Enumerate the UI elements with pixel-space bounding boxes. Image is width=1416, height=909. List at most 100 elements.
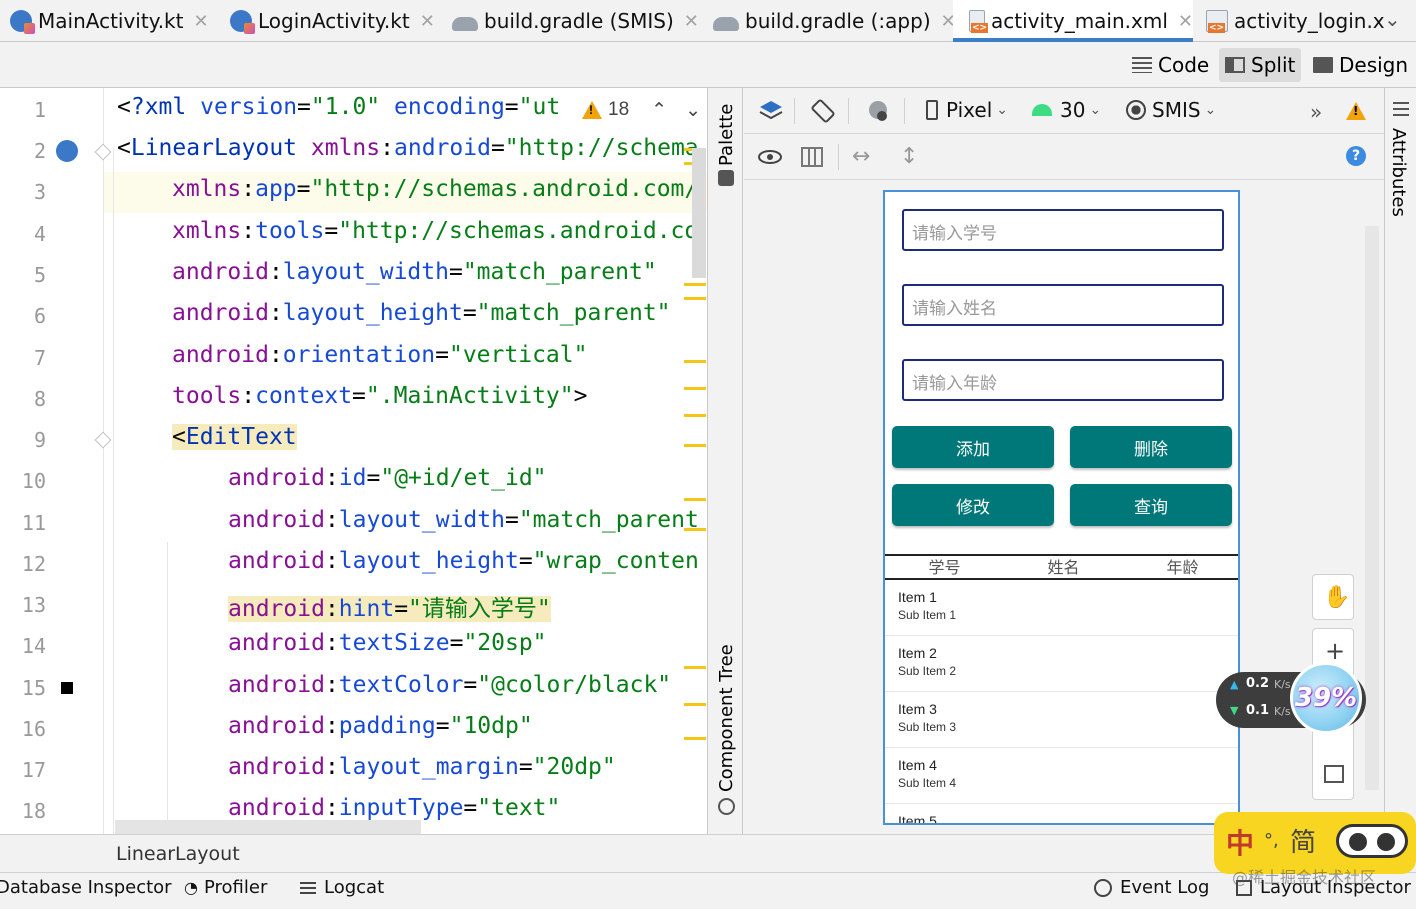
name-input[interactable]: 请输入姓名 (902, 284, 1224, 326)
breadcrumb-item[interactable]: LinearLayout (116, 843, 240, 865)
toolbar-separator (838, 144, 839, 170)
add-button[interactable]: 添加 (892, 426, 1054, 468)
code-editor[interactable]: 1 2 3 4 5 6 7 8 9 10 11 12 13 14 15 16 1… (0, 88, 707, 834)
logcat-button[interactable]: Logcat (300, 877, 384, 898)
student-id-input[interactable]: 请输入学号 (902, 209, 1224, 251)
component-tree-icon (718, 798, 735, 815)
zoom-in-icon[interactable]: + (1325, 637, 1345, 665)
database-inspector-button[interactable]: Database Inspector (0, 877, 172, 898)
ime-punctuation[interactable]: °, (1264, 830, 1279, 851)
design-mode-button[interactable]: Design (1307, 48, 1414, 82)
list-item-title: Item 3 (898, 701, 937, 717)
close-icon[interactable]: ✕ (420, 11, 435, 32)
vertical-resize-icon[interactable]: ↕ (900, 144, 918, 169)
theme-dropdown[interactable]: SMIS ⌄ (1126, 98, 1216, 122)
split-mode-button[interactable]: Split (1219, 48, 1302, 82)
horizontal-resize-icon[interactable]: ↔ (852, 144, 870, 169)
update-button[interactable]: 修改 (892, 484, 1054, 526)
code-line-3: xmlns:app="http://schemas.android.com/ (172, 176, 699, 202)
night-mode-icon[interactable] (866, 98, 892, 124)
chevron-down-icon[interactable]: ⌄ (1384, 7, 1401, 31)
chevron-up-icon[interactable]: ⌃ (651, 99, 667, 122)
tab-activity-login[interactable]: activity_login.x (1206, 0, 1385, 42)
line-number: 10 (21, 469, 46, 493)
chevron-down-icon: ⌄ (996, 102, 1008, 118)
chevron-down-icon: ⌄ (1089, 102, 1102, 118)
palette-tab[interactable]: Palette (716, 104, 737, 166)
tab-label: build.gradle (:app) (745, 9, 931, 33)
code-mode-label: Code (1158, 53, 1210, 77)
inspection-widget[interactable]: 18 ⌃ ⌄ (560, 94, 701, 126)
age-input[interactable]: 请输入年龄 (902, 359, 1224, 401)
pan-tool[interactable]: ✋ (1312, 574, 1354, 620)
list-item[interactable]: Item 2 Sub Item 2 (885, 636, 1238, 692)
tab-build-gradle-app[interactable]: build.gradle (:app) ✕ (713, 0, 956, 42)
download-unit: K/s (1274, 705, 1291, 718)
warning-stripe[interactable] (684, 387, 706, 390)
palette-icon (718, 170, 734, 186)
list-item[interactable]: Item 5 (885, 804, 1238, 823)
close-icon[interactable]: ✕ (193, 11, 208, 32)
code-mode-button[interactable]: Code (1126, 48, 1215, 82)
tab-activity-main[interactable]: activity_main.xml ✕ (953, 0, 1193, 42)
color-swatch-icon[interactable] (61, 682, 73, 694)
line-number: 13 (21, 593, 46, 617)
horizontal-scrollbar[interactable] (115, 820, 421, 834)
warning-stripe[interactable] (684, 283, 706, 286)
more-actions-icon[interactable]: » (1310, 100, 1322, 124)
zoom-to-fit-icon[interactable] (1324, 765, 1344, 783)
query-button[interactable]: 查询 (1070, 484, 1232, 526)
tab-mainactivity[interactable]: MainActivity.kt ✕ (10, 0, 209, 42)
warning-stripe[interactable] (684, 666, 706, 669)
list-item[interactable]: Item 1 Sub Item 1 (885, 580, 1238, 636)
warning-stripe[interactable] (684, 498, 706, 501)
list-item-title: Item 4 (898, 757, 937, 773)
activity-gutter-icon[interactable] (56, 140, 78, 162)
warning-stripe[interactable] (684, 528, 706, 531)
upload-speed: 0.2 (1246, 676, 1270, 691)
device-preview[interactable]: 请输入学号 请输入姓名 请输入年龄 添加 删除 修改 查询 学号 姓名 年龄 I… (883, 190, 1240, 825)
orientation-icon[interactable] (810, 98, 836, 124)
profiler-button[interactable]: ◔ Profiler (184, 877, 267, 898)
warning-icon[interactable] (1346, 102, 1366, 120)
list-item[interactable]: Item 4 Sub Item 4 (885, 748, 1238, 804)
chevron-down-icon: ⌄ (1204, 102, 1217, 118)
close-icon[interactable]: ✕ (1178, 11, 1193, 32)
line-number: 11 (21, 511, 46, 535)
attributes-tab[interactable]: Attributes (1388, 128, 1409, 217)
blueprint-toggle-icon[interactable] (800, 146, 824, 168)
component-tree-tab[interactable]: Component Tree (716, 644, 737, 792)
attributes-icon (1393, 102, 1409, 116)
help-icon[interactable]: ? (1346, 146, 1366, 166)
api-dropdown[interactable]: 30 ⌄ (1032, 98, 1101, 122)
device-dropdown[interactable]: Pixel ⌄ (926, 98, 1008, 122)
close-icon[interactable]: ✕ (684, 11, 699, 32)
list-item-title: Item 1 (898, 589, 937, 605)
delete-button[interactable]: 删除 (1070, 426, 1232, 468)
warning-stripe[interactable] (684, 414, 706, 417)
line-number: 4 (33, 222, 46, 246)
layers-icon[interactable] (758, 98, 784, 124)
editor-tab-bar: MainActivity.kt ✕ LoginActivity.kt ✕ bui… (0, 0, 1416, 42)
warning-stripe[interactable] (684, 444, 706, 447)
view-options-icon[interactable] (758, 146, 784, 168)
warning-stripe[interactable] (684, 737, 706, 740)
editor-scrollbar[interactable] (692, 148, 706, 278)
design-scrollbar[interactable] (1365, 226, 1379, 790)
event-log-button[interactable]: Event Log (1094, 877, 1209, 898)
chevron-down-icon[interactable]: ⌄ (685, 99, 701, 122)
ime-mode[interactable]: 中 (1226, 822, 1254, 862)
toolbar-separator (848, 98, 849, 124)
warning-stripe[interactable] (684, 360, 706, 363)
warning-stripe[interactable] (684, 297, 706, 300)
tab-loginactivity[interactable]: LoginActivity.kt ✕ (230, 0, 435, 42)
line-number: 15 (21, 676, 46, 700)
list-item[interactable]: Item 3 Sub Item 3 (885, 692, 1238, 748)
tab-build-gradle-smis[interactable]: build.gradle (SMIS) ✕ (452, 0, 699, 42)
memory-percent-ball[interactable]: 39% (1290, 662, 1362, 734)
record-list[interactable]: Item 1 Sub Item 1 Item 2 Sub Item 2 Item… (885, 580, 1238, 823)
ime-script[interactable]: 简 (1290, 822, 1316, 859)
watermark: @稀土掘金技术社区 (1232, 868, 1377, 887)
warning-stripe[interactable] (684, 703, 706, 706)
code-line-10: android:id="@+id/et_id" (228, 465, 547, 491)
